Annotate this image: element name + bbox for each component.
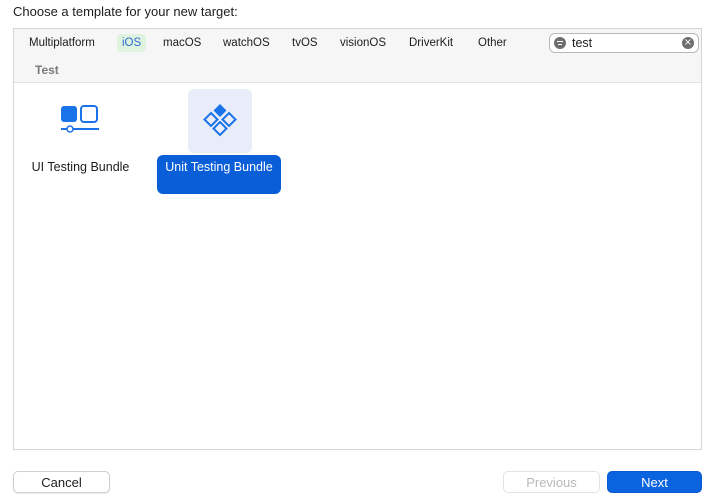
- tab-visionos[interactable]: visionOS: [335, 34, 391, 52]
- search-input[interactable]: test: [572, 35, 592, 51]
- section-title: Test: [35, 63, 59, 77]
- template-browser-panel: Multiplatform iOS macOS watchOS tvOS vis…: [13, 28, 702, 450]
- tab-tvos[interactable]: tvOS: [287, 34, 323, 52]
- dialog-heading: Choose a template for your new target:: [13, 4, 238, 19]
- tab-ios[interactable]: iOS: [117, 34, 147, 52]
- next-button[interactable]: Next: [607, 471, 702, 493]
- previous-button[interactable]: Previous: [503, 471, 600, 493]
- tab-macos[interactable]: macOS: [158, 34, 206, 52]
- unit-testing-bundle-icon: [203, 104, 237, 137]
- cancel-button[interactable]: Cancel: [13, 471, 110, 493]
- tab-multiplatform[interactable]: Multiplatform: [24, 34, 100, 52]
- tab-other[interactable]: Other: [473, 34, 512, 52]
- section-header-test: Test: [14, 58, 701, 83]
- tab-driverkit[interactable]: DriverKit: [404, 34, 458, 52]
- template-label: UI Testing Bundle: [31, 160, 130, 174]
- filter-icon[interactable]: [554, 37, 566, 49]
- platform-tab-bar: Multiplatform iOS macOS watchOS tvOS vis…: [14, 29, 701, 59]
- ui-testing-bundle-icon: [61, 105, 99, 133]
- template-icon-container: [48, 89, 112, 153]
- template-label: Unit Testing Bundle: [157, 155, 281, 194]
- clear-icon[interactable]: ×: [682, 37, 694, 49]
- tab-watchos[interactable]: watchOS: [218, 34, 275, 52]
- search-field[interactable]: test ×: [549, 33, 699, 53]
- template-icon-container: [188, 89, 252, 153]
